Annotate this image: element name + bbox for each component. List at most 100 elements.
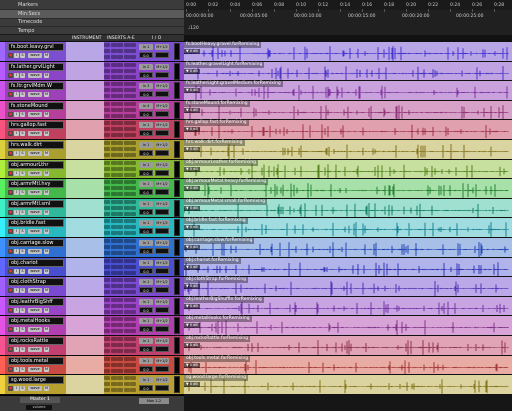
insert-slot[interactable] xyxy=(130,205,137,210)
insert-slot[interactable] xyxy=(110,74,117,79)
track-lane[interactable]: sg.wood.large.forRemixing ▼ 0 dB xyxy=(184,375,512,395)
insert-slot[interactable] xyxy=(117,303,124,308)
clip-name-label[interactable]: obj.armourMetal.heavy.forRemixing xyxy=(184,179,269,186)
insert-slot[interactable] xyxy=(130,225,137,230)
insert-slot[interactable] xyxy=(104,317,110,322)
input-selector[interactable]: In 3 xyxy=(139,83,153,90)
clip-name-label[interactable]: obj.tools.metal.forRemixing xyxy=(184,355,251,362)
insert-slots[interactable] xyxy=(104,317,137,334)
insert-slot[interactable] xyxy=(104,376,110,381)
insert-slot[interactable] xyxy=(110,239,117,243)
mute-button[interactable]: M xyxy=(44,268,49,274)
track-header[interactable]: obj.chariot ● I S Mwave In 1 M+1/2 0.0 xyxy=(0,257,184,278)
volume-readout[interactable]: 0.0 xyxy=(139,71,153,78)
insert-slot[interactable] xyxy=(117,180,124,185)
insert-slot[interactable] xyxy=(104,49,110,53)
volume-readout[interactable]: 0.0 xyxy=(139,346,153,352)
insert-slot[interactable] xyxy=(123,297,130,302)
insert-slot[interactable] xyxy=(104,180,110,185)
record-enable-button[interactable]: ● xyxy=(8,307,13,313)
output-selector[interactable]: M+1/2 xyxy=(155,377,169,384)
track-view-selector[interactable]: wave xyxy=(28,347,42,352)
track-header[interactable]: fs.ltr.grvlMdm.W ● I S Mwave In 3 M+1/2 0.0 xyxy=(0,81,184,101)
insert-slot[interactable] xyxy=(130,219,137,224)
output-selector[interactable]: M+1/2 xyxy=(155,259,169,266)
input-monitor-button[interactable]: I xyxy=(14,170,19,176)
track-name-field[interactable]: sg.wood.large xyxy=(8,376,64,385)
instrument-slot[interactable] xyxy=(66,356,103,375)
clip-gain-label[interactable]: ▼ 0 dB xyxy=(184,323,200,329)
volume-readout[interactable]: 0.0 xyxy=(139,208,153,215)
insert-slot[interactable] xyxy=(123,231,130,236)
solo-button[interactable]: S xyxy=(20,190,25,196)
output-selector[interactable]: M+1/2 xyxy=(155,200,169,207)
volume-readout[interactable]: 0.0 xyxy=(139,306,153,313)
insert-slot[interactable] xyxy=(117,211,124,216)
clip-name-label[interactable]: hrs.walk.dirt.forRemixing xyxy=(184,140,245,146)
input-selector[interactable]: In 1 xyxy=(139,338,153,344)
insert-slot[interactable] xyxy=(117,388,124,393)
insert-slot[interactable] xyxy=(123,49,130,53)
track-lane[interactable]: obj.metalHooks.forRemixing ▼ 0 dB xyxy=(184,316,512,336)
clip-gain-label[interactable]: ▼ 0 dB xyxy=(184,186,200,192)
insert-slot[interactable] xyxy=(123,186,130,191)
record-enable-button[interactable]: ● xyxy=(8,111,13,117)
insert-slot[interactable] xyxy=(117,113,124,118)
input-selector[interactable]: In 1 xyxy=(139,181,153,188)
solo-button[interactable]: S xyxy=(20,209,25,215)
track-view-selector[interactable]: wave xyxy=(28,190,42,196)
insert-slot[interactable] xyxy=(123,303,130,308)
insert-slot[interactable] xyxy=(117,317,124,322)
insert-slot[interactable] xyxy=(123,245,130,249)
insert-slot[interactable] xyxy=(110,290,117,295)
insert-slot[interactable] xyxy=(117,343,124,347)
solo-button[interactable]: S xyxy=(20,386,25,392)
insert-slot[interactable] xyxy=(117,68,124,73)
pan-knob[interactable] xyxy=(155,71,169,78)
insert-slot[interactable] xyxy=(104,147,110,151)
insert-slot[interactable] xyxy=(110,43,117,47)
pan-knob[interactable] xyxy=(155,91,169,98)
insert-slot[interactable] xyxy=(130,88,137,93)
track-header[interactable]: obj.clothStrap ● I S Mwave In 1 M+1/2 0.0 xyxy=(0,277,184,297)
output-selector[interactable]: M+1/2 xyxy=(155,122,169,129)
insert-slot[interactable] xyxy=(117,258,124,263)
instrument-slot[interactable] xyxy=(66,258,103,277)
insert-slot[interactable] xyxy=(123,107,130,112)
insert-slot[interactable] xyxy=(117,239,124,243)
instrument-slot[interactable] xyxy=(66,375,103,394)
input-monitor-button[interactable]: I xyxy=(14,92,19,98)
insert-slot[interactable] xyxy=(110,101,117,106)
insert-slot[interactable] xyxy=(104,245,110,249)
insert-slot[interactable] xyxy=(104,205,110,210)
insert-slot[interactable] xyxy=(117,107,124,112)
insert-slot[interactable] xyxy=(110,107,117,112)
insert-slot[interactable] xyxy=(110,172,117,177)
input-monitor-button[interactable]: I xyxy=(14,307,19,313)
insert-slot[interactable] xyxy=(130,297,137,302)
insert-slot[interactable] xyxy=(104,107,110,112)
insert-slot[interactable] xyxy=(104,121,110,126)
insert-slot[interactable] xyxy=(123,290,130,295)
insert-slot[interactable] xyxy=(110,245,117,249)
clip-gain-label[interactable]: ▼ 0 dB xyxy=(184,225,200,231)
solo-button[interactable]: S xyxy=(20,366,25,372)
mute-button[interactable]: M xyxy=(44,307,49,313)
insert-slot[interactable] xyxy=(123,368,130,373)
track-header[interactable]: obj.leathrBigShff ● I S Mwave In 1 M+1/2 0.0 xyxy=(0,296,184,317)
insert-slots[interactable] xyxy=(104,376,137,393)
insert-slot[interactable] xyxy=(130,343,137,347)
insert-slot[interactable] xyxy=(110,68,117,73)
instrument-slot[interactable] xyxy=(66,62,103,81)
insert-slot[interactable] xyxy=(130,231,137,236)
insert-slot[interactable] xyxy=(123,113,130,118)
record-enable-button[interactable]: ● xyxy=(8,249,13,254)
output-selector[interactable]: M+1/2 xyxy=(155,102,169,109)
insert-slot[interactable] xyxy=(110,231,117,236)
insert-slot[interactable] xyxy=(123,121,130,126)
insert-slot[interactable] xyxy=(110,211,117,216)
insert-slot[interactable] xyxy=(117,186,124,191)
insert-slot[interactable] xyxy=(110,343,117,347)
insert-slot[interactable] xyxy=(110,388,117,393)
clip-gain-label[interactable]: ▼ 0 dB xyxy=(184,127,200,133)
